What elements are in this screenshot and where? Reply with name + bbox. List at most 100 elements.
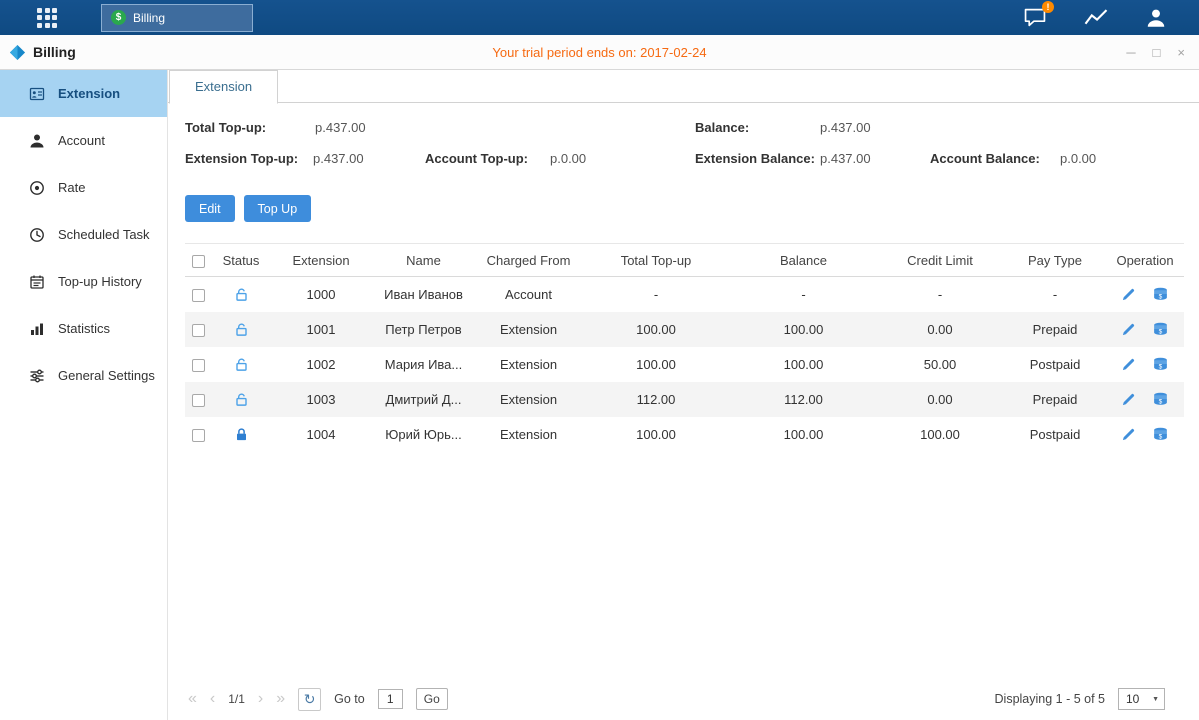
table-header-row: StatusExtensionNameCharged FromTotal Top… [185,244,1184,277]
sidebar-item-account[interactable]: Account [0,117,167,164]
sidebar-menu: ExtensionAccountRateScheduled TaskTop-up… [0,70,167,399]
topup-icon[interactable]: $ [1152,287,1169,302]
billing-logo-icon [9,44,26,61]
pagination-bar: « ‹ 1/1 › » ↻ Go to Go Displaying 1 - 5 … [188,686,1165,712]
extension-table: StatusExtensionNameCharged FromTotal Top… [185,243,1184,452]
sidebar: ExtensionAccountRateScheduled TaskTop-up… [0,70,168,720]
table-row: 1004Юрий Юрь...Extension100.00100.00100.… [185,417,1184,452]
statistics-icon [29,321,45,337]
topup-icon[interactable]: $ [1152,322,1169,337]
page-size-value: 10 [1119,692,1152,706]
edit-icon[interactable] [1121,427,1136,442]
table-row: 1001Петр ПетровExtension100.00100.000.00… [185,312,1184,347]
account-balance-value: p.0.00 [1060,151,1096,166]
total-topup-cell: 100.00 [581,417,731,452]
tab-extension[interactable]: Extension [169,70,278,104]
topup-icon[interactable]: $ [1152,357,1169,372]
name-cell: Иван Иванов [371,277,476,312]
select-all-checkbox[interactable] [192,255,205,268]
balance-cell: 100.00 [731,347,876,382]
user-icon[interactable] [1145,8,1167,28]
row-checkbox[interactable] [192,289,205,302]
maximize-button[interactable]: □ [1153,46,1161,59]
sidebar-item-statistics[interactable]: Statistics [0,305,167,352]
first-page-button[interactable]: « [188,691,197,707]
total-topup-cell: 100.00 [581,347,731,382]
account-balance-label: Account Balance: [930,151,1040,166]
page-size-select[interactable]: 10 ▼ [1118,688,1165,710]
edit-button[interactable]: Edit [185,195,235,222]
column-header-name: Name [371,244,476,277]
extension-cell: 1002 [271,347,371,382]
unlocked-icon [234,392,249,407]
next-page-button[interactable]: › [258,691,263,707]
row-checkbox[interactable] [192,324,205,337]
sidebar-item-extension[interactable]: Extension [0,70,167,117]
prev-page-button[interactable]: ‹ [210,691,215,707]
pay-type-cell: Postpaid [1004,347,1106,382]
total-topup-cell: - [581,277,731,312]
unlocked-icon [234,287,249,302]
billing-app-tab[interactable]: $ Billing [101,4,253,32]
table-row: 1002Мария Ива...Extension100.00100.0050.… [185,347,1184,382]
balance-label: Balance: [695,120,749,135]
edit-icon[interactable] [1121,287,1136,302]
total-topup-cell: 112.00 [581,382,731,417]
edit-icon[interactable] [1121,392,1136,407]
sidebar-item-scheduled-task[interactable]: Scheduled Task [0,211,167,258]
minimize-button[interactable]: ─ [1126,46,1135,59]
balance-cell: 100.00 [731,312,876,347]
topup-icon[interactable]: $ [1152,392,1169,407]
pay-type-cell: Prepaid [1004,382,1106,417]
chart-icon[interactable] [1083,7,1109,28]
credit-limit-cell: 100.00 [876,417,1004,452]
topup-icon[interactable]: $ [1152,427,1169,442]
edit-icon[interactable] [1121,322,1136,337]
topup-history-icon [29,274,45,290]
row-checkbox[interactable] [192,394,205,407]
extension-topup-label: Extension Top-up: [185,151,298,166]
top-up-button[interactable]: Top Up [244,195,312,222]
goto-page-input[interactable] [378,689,403,709]
total-topup-cell: 100.00 [581,312,731,347]
locked-icon [234,427,249,442]
extension-cell: 1001 [271,312,371,347]
top-app-bar: $ Billing ! [0,0,1199,35]
extension-cell: 1004 [271,417,371,452]
svg-text:$: $ [1159,294,1163,301]
table-body: 1000Иван ИвановAccount----$1001Петр Петр… [185,277,1184,452]
extension-cell: 1003 [271,382,371,417]
credit-limit-cell: - [876,277,1004,312]
refresh-button[interactable]: ↻ [298,688,321,711]
sidebar-item-label: General Settings [58,368,155,383]
pay-type-cell: Postpaid [1004,417,1106,452]
go-button[interactable]: Go [416,688,448,710]
total-topup-label: Total Top-up: [185,120,266,135]
name-cell: Дмитрий Д... [371,382,476,417]
name-cell: Петр Петров [371,312,476,347]
last-page-button[interactable]: » [276,691,285,707]
rate-icon [29,180,45,196]
credit-limit-cell: 50.00 [876,347,1004,382]
sidebar-item-general-settings[interactable]: General Settings [0,352,167,399]
sidebar-item-top-up-history[interactable]: Top-up History [0,258,167,305]
column-header-status: Status [211,244,271,277]
balance-cell: - [731,277,876,312]
window-controls: ─ □ × [1126,46,1185,59]
credit-limit-cell: 0.00 [876,382,1004,417]
chat-icon[interactable]: ! [1023,7,1047,28]
unlocked-icon [234,357,249,372]
goto-label: Go to [334,692,365,706]
apps-grid-icon[interactable] [37,8,57,28]
close-button[interactable]: × [1177,46,1185,59]
row-checkbox[interactable] [192,429,205,442]
displaying-text: Displaying 1 - 5 of 5 [995,692,1105,706]
column-header-total-top-up: Total Top-up [581,244,731,277]
extension-icon [29,86,45,102]
column-header-balance: Balance [731,244,876,277]
edit-icon[interactable] [1121,357,1136,372]
svg-text:$: $ [1159,398,1163,405]
sidebar-item-rate[interactable]: Rate [0,164,167,211]
row-checkbox[interactable] [192,359,205,372]
table-row: 1003Дмитрий Д...Extension112.00112.000.0… [185,382,1184,417]
